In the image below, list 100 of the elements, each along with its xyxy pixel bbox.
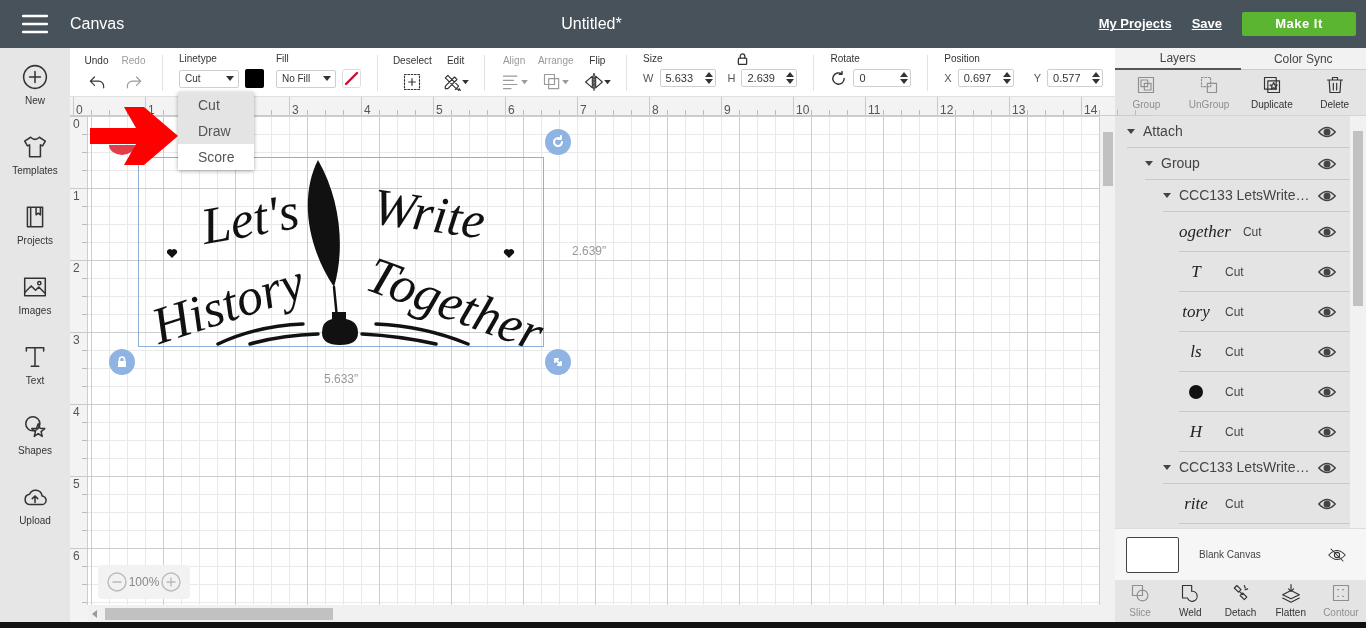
ruler-label: 14 [1084,103,1098,117]
deselect-button[interactable]: Deselect [393,53,431,92]
scrollbar-thumb[interactable] [105,607,333,620]
eye-icon[interactable] [1318,497,1336,510]
layer-name: Attach [1143,122,1184,141]
sidebar-item[interactable]: New [0,64,70,134]
layer-name: Cut [1242,223,1263,241]
eye-icon[interactable] [1318,305,1336,318]
caret-icon[interactable] [1163,192,1171,199]
panel-action-button[interactable]: Flatten [1265,582,1316,620]
dot-icon [1189,384,1203,399]
caret-icon[interactable] [1127,128,1135,135]
x-field[interactable]: 0.697 [957,69,1014,87]
scrollbar-thumb[interactable] [1103,132,1113,186]
layer-name: CCC133 LetsWrite… [1179,186,1311,205]
header-link[interactable]: Save [1191,14,1222,34]
edit-button[interactable]: Edit [442,53,469,92]
layer-thumbnail: ls [1189,340,1203,363]
menu-icon[interactable] [22,14,48,34]
ruler-label: 9 [724,103,731,117]
caret-icon[interactable] [1163,464,1171,471]
layer-thumbnail: tory [1181,300,1211,323]
layer-name: Cut [1225,383,1245,401]
flip-button[interactable]: Flip [584,53,611,92]
eye-icon[interactable] [1318,125,1336,138]
caret-icon[interactable] [1145,160,1153,167]
rotate-icon [830,69,848,87]
fill-color-icon[interactable] [341,69,361,88]
menu-option[interactable]: Draw [178,118,254,144]
layer-row[interactable]: Attach [1127,116,1350,148]
blank-canvas-label: Blank Canvas [1199,548,1262,562]
width-field[interactable]: 5.633 [659,69,716,87]
ruler-label: 5 [72,476,81,493]
panel-action-button[interactable]: Duplicate [1242,75,1301,115]
eye-icon[interactable] [1318,345,1336,358]
design-text: History [145,255,311,353]
y-label: Y [1033,70,1042,86]
color-swatch[interactable] [244,69,264,88]
height-field[interactable]: 2.639 [741,69,798,87]
panel-action-button[interactable]: Detach [1215,582,1266,620]
header-link[interactable]: My Projects [1098,14,1172,34]
panel-action-button[interactable]: Delete [1305,75,1364,115]
eye-icon[interactable] [1318,225,1336,238]
eye-icon[interactable] [1318,425,1336,438]
layer-row[interactable]: CCC133 LetsWrite… [1163,180,1350,212]
star-circle-icon [22,414,48,440]
ruler-label: 6 [508,103,515,117]
height-label: H [727,70,736,86]
rotate-label: Rotate [830,53,861,65]
canvas-swatch[interactable] [1126,536,1179,573]
spinner-icon [900,71,909,85]
lock-handle[interactable] [109,349,135,375]
spinner-icon [1002,71,1011,85]
menu-option[interactable]: Cut [178,92,254,118]
undo-button[interactable]: Undo [84,53,109,92]
sidebar-item[interactable]: Upload [0,484,70,554]
width-label: W [643,70,654,86]
eye-slash-icon[interactable] [1328,546,1346,563]
layer-row[interactable]: CCC133 LetsWrite… [1163,452,1350,484]
panel-action-button[interactable]: Weld [1165,582,1216,620]
fill-select[interactable]: No Fill [275,69,336,88]
ruler-label: 7 [580,103,587,117]
eye-icon[interactable] [1318,385,1336,398]
dimension-label: 2.639" [572,243,607,260]
layer-thumbnail: T [1190,260,1203,283]
resize-handle[interactable] [545,349,571,375]
sidebar-item[interactable]: Templates [0,134,70,204]
design-text: Write [369,180,489,248]
app-title: Canvas [70,14,125,34]
ruler-label: 4 [364,103,371,117]
eye-icon[interactable] [1318,265,1336,278]
eye-icon[interactable] [1318,461,1336,474]
linetype-select[interactable]: Cut [178,69,239,88]
rotate-handle[interactable] [545,129,571,155]
sidebar-item[interactable]: Projects [0,204,70,274]
scrollbar-thumb[interactable] [1353,131,1363,306]
ruler-label: 4 [72,404,81,421]
rotate-field[interactable]: 0 [853,69,912,87]
design-text: Let's [197,184,303,254]
menu-option[interactable]: Score [178,144,254,170]
flip-icon [583,72,604,92]
linetype-label: Linetype [178,53,218,65]
group-icon [1136,75,1157,95]
ruler-label: 1 [72,188,81,205]
ruler-label: 10 [796,103,810,117]
layer-thumbnail: H [1188,420,1204,443]
ruler-label: 6 [72,548,81,565]
sidebar-item[interactable]: Text [0,344,70,414]
pencil-ruler-icon [442,72,463,92]
y-field[interactable]: 0.577 [1047,69,1104,87]
lock-icon[interactable] [736,53,748,65]
sidebar-item[interactable]: Shapes [0,414,70,484]
layer-row[interactable]: Group [1145,148,1350,180]
layer-row[interactable]: Cut [1179,372,1350,412]
ruler-label: 12 [940,103,954,117]
sidebar-item[interactable]: Images [0,274,70,344]
eye-icon[interactable] [1318,189,1336,202]
caret-icon [520,79,528,85]
eye-icon[interactable] [1318,157,1336,170]
ruler-label: 8 [652,103,659,117]
